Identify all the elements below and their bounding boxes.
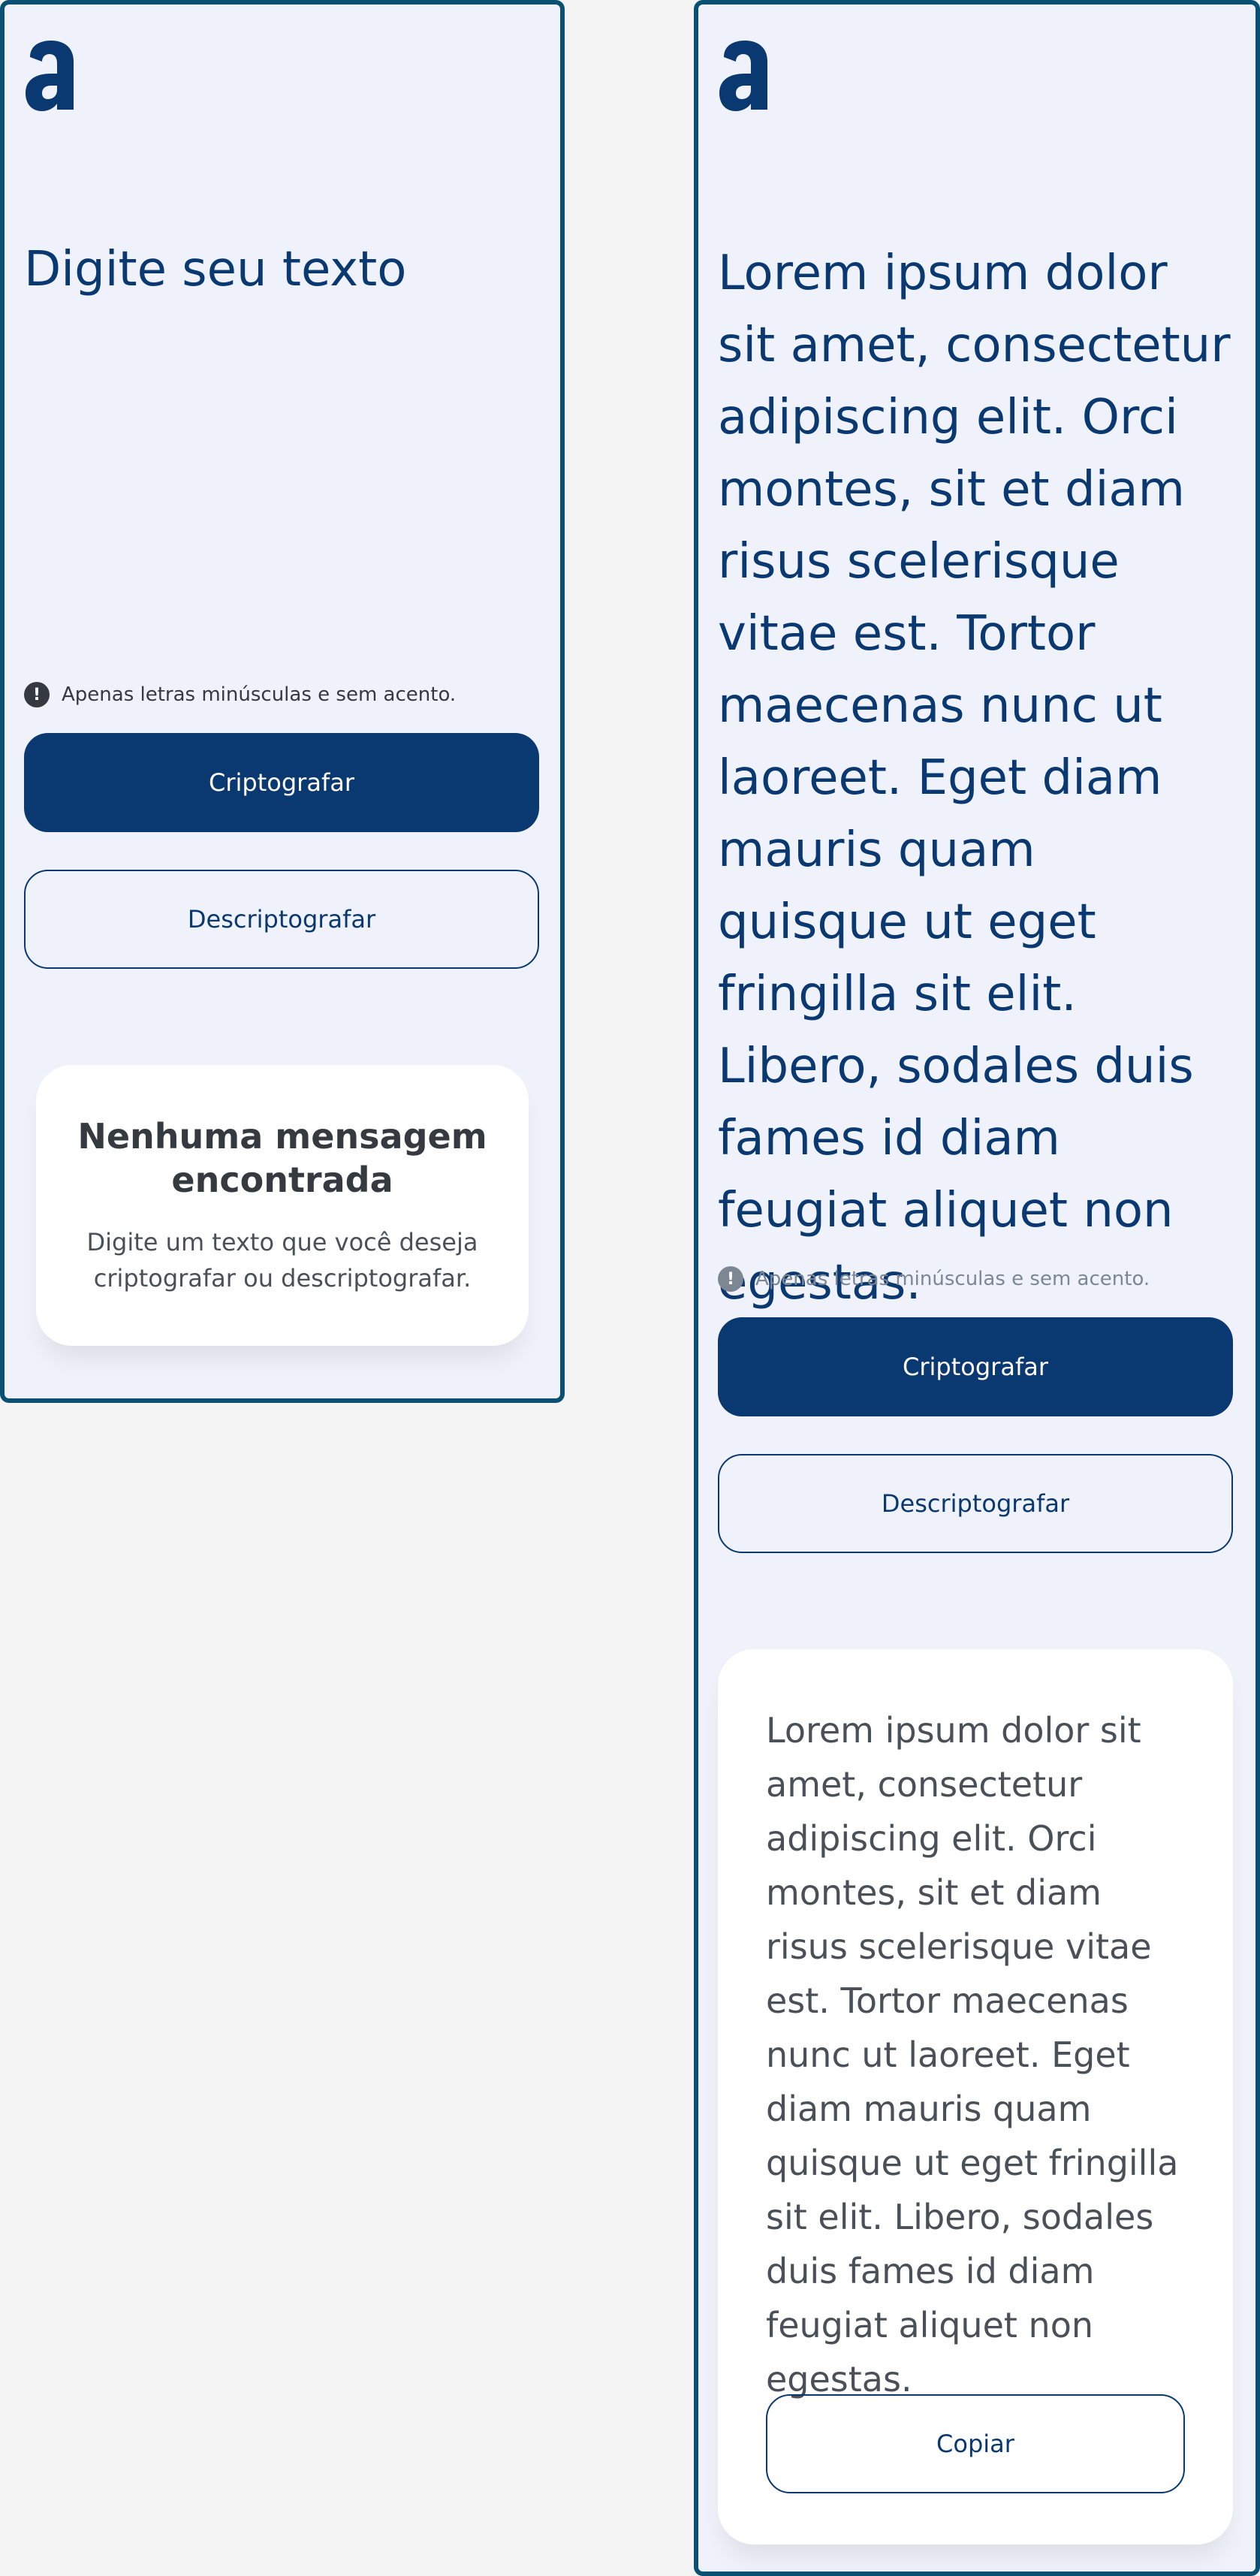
empty-result-title: Nenhuma mensagem encontrada [77,1116,487,1200]
input-hint: ! Apenas letras minúsculas e sem acento. [718,1266,1150,1292]
mobile-screen-empty-state: Digite seu texto ! Apenas letras minúscu… [0,0,565,1403]
message-textarea[interactable]: Digite seu texto [24,237,406,302]
alura-logo-icon[interactable] [718,38,773,113]
encrypt-button[interactable]: Criptografar [718,1317,1233,1416]
alura-logo-icon[interactable] [24,38,80,113]
hint-text: Apenas letras minúsculas e sem acento. [62,683,457,706]
hint-text: Apenas letras minúsculas e sem acento. [755,1268,1150,1290]
input-hint: ! Apenas letras minúsculas e sem acento. [24,682,456,707]
message-textarea[interactable]: Lorem ipsum dolor sit amet, consectetur … [718,237,1236,1319]
empty-result-description: Digite um texto que você deseja criptogr… [86,1228,478,1293]
result-card: Lorem ipsum dolor sit amet, consectetur … [718,1649,1233,2544]
encrypt-button[interactable]: Criptografar [24,733,539,832]
decrypt-button[interactable]: Descriptografar [24,870,539,969]
decrypt-button[interactable]: Descriptografar [718,1454,1233,1553]
exclamation-icon: ! [24,682,50,707]
result-text: Lorem ipsum dolor sit amet, consectetur … [766,1710,1190,2400]
mobile-screen-result-state: Lorem ipsum dolor sit amet, consectetur … [694,0,1260,2576]
exclamation-icon: ! [718,1266,743,1292]
empty-result-card: Nenhuma mensagem encontrada Digite um te… [36,1065,529,1346]
copy-button[interactable]: Copiar [766,2394,1185,2493]
